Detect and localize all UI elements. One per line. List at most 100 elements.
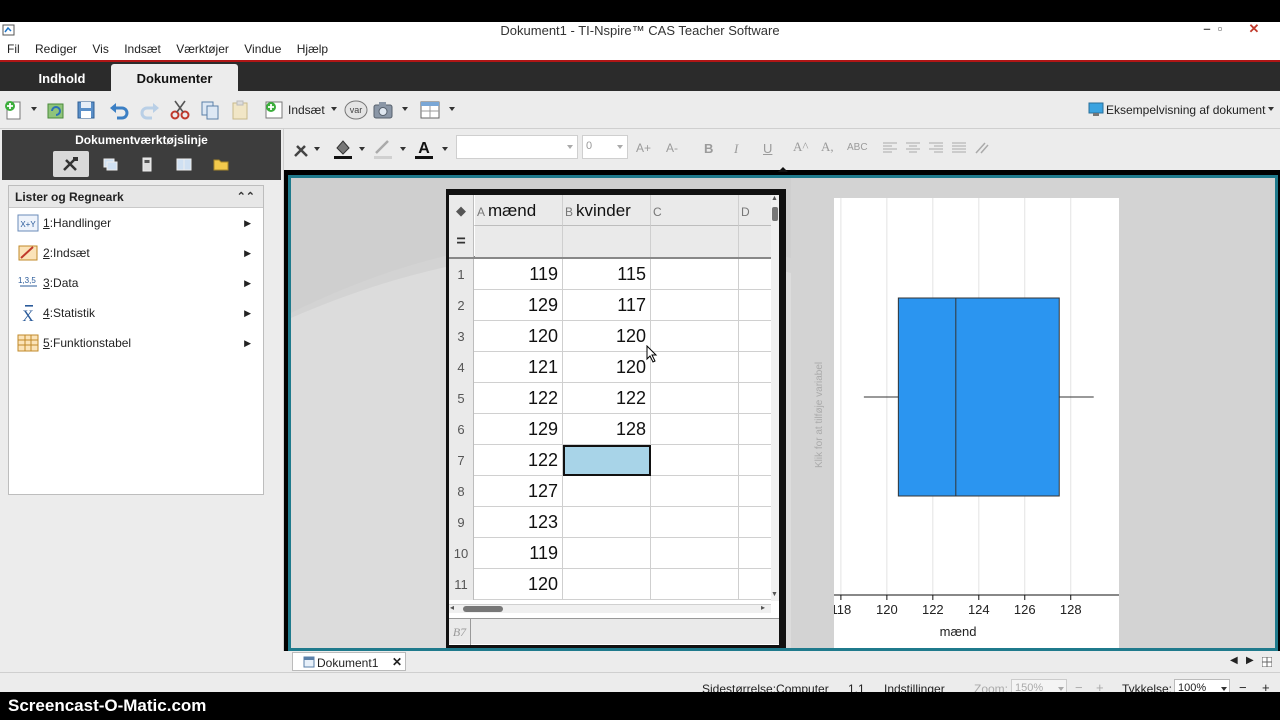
cell-a[interactable]: 129 (475, 414, 563, 445)
vertical-scrollbar[interactable]: ▲ ▼ (771, 195, 779, 601)
row-number[interactable]: 4 (449, 352, 474, 383)
cut-icon[interactable] (169, 99, 191, 121)
cell-c[interactable] (651, 414, 739, 445)
variable-icon[interactable]: var (343, 99, 369, 121)
formula-cell-b[interactable] (563, 226, 651, 257)
scroll-down-icon[interactable]: ▼ (771, 591, 778, 598)
row-number[interactable]: 6 (449, 414, 474, 445)
thickness-dropdown-icon[interactable] (1221, 687, 1227, 691)
formula-cell-c[interactable] (651, 226, 739, 257)
menu-window[interactable]: Vindue (238, 39, 287, 60)
undo-icon[interactable] (108, 99, 130, 121)
font-family-select[interactable] (456, 135, 578, 159)
toolbox-page-sorter-tab[interactable] (92, 151, 128, 177)
page-grid-icon[interactable] (1262, 657, 1272, 667)
cell-c[interactable] (651, 290, 739, 321)
menu-item-statistics[interactable]: X 4:Statistik ▶ (9, 298, 263, 328)
row-number[interactable]: 8 (449, 476, 474, 507)
insert-icon[interactable] (263, 99, 285, 121)
cell-c[interactable] (651, 321, 739, 352)
cell-b[interactable] (563, 476, 651, 507)
insert-menu-label[interactable]: Indsæt (288, 102, 325, 118)
next-page-icon[interactable]: ▶ (1246, 655, 1254, 666)
row-number[interactable]: 7 (449, 445, 474, 476)
box-q1-q3[interactable] (897, 297, 1060, 497)
row-number[interactable]: 10 (449, 538, 474, 569)
toolbar-collapse-icon[interactable] (778, 167, 788, 172)
cell-b[interactable] (563, 569, 651, 600)
new-document-dropdown-icon[interactable] (31, 107, 37, 111)
menu-item-data[interactable]: 1,3,5 3:Data ▶ (9, 268, 263, 298)
cell-b[interactable]: 128 (563, 414, 651, 445)
font-size-select[interactable]: 0 (582, 135, 628, 159)
cell-a[interactable]: 129 (475, 290, 563, 321)
toolbox-content-tab[interactable] (203, 151, 239, 177)
new-document-icon[interactable] (3, 99, 25, 121)
toolbox-emulator-tab[interactable] (129, 151, 165, 177)
cell-a[interactable]: 119 (475, 538, 563, 569)
cell-c[interactable] (651, 259, 739, 290)
cell-b[interactable]: 117 (563, 290, 651, 321)
row-number[interactable]: 11 (449, 569, 474, 600)
scroll-right-icon[interactable]: ▸ (761, 603, 765, 612)
cell-a[interactable]: 122 (475, 383, 563, 414)
close-window-button[interactable]: ✕ (1240, 22, 1268, 38)
corner-tag-icon[interactable]: ◆ (449, 195, 474, 226)
toolbox-explorer-tab[interactable] (166, 151, 202, 177)
cell-c[interactable] (651, 538, 739, 569)
screenshot-camera-icon[interactable] (372, 99, 394, 121)
cell-c[interactable] (651, 569, 739, 600)
cell-d[interactable] (739, 569, 771, 600)
fill-color-icon[interactable] (332, 137, 354, 159)
menu-file[interactable]: Fil (0, 39, 26, 60)
cell-d[interactable] (739, 414, 771, 445)
cell-a[interactable]: 120 (475, 321, 563, 352)
save-icon[interactable] (75, 99, 97, 121)
cell-d[interactable] (739, 383, 771, 414)
cell-a[interactable]: 127 (475, 476, 563, 507)
attributes-dropdown-icon[interactable] (314, 147, 320, 151)
cell-d[interactable] (739, 352, 771, 383)
copy-icon[interactable] (199, 99, 221, 121)
cell-d[interactable] (739, 259, 771, 290)
cell-d[interactable] (739, 290, 771, 321)
cell-c[interactable] (651, 476, 739, 507)
row-number[interactable]: 2 (449, 290, 474, 321)
cell-b[interactable]: 122 (563, 383, 651, 414)
column-header-a[interactable]: Amænd (475, 195, 563, 226)
cell-c[interactable] (651, 352, 739, 383)
column-header-b[interactable]: Bkvinder (563, 195, 651, 226)
formula-cell-a[interactable] (475, 226, 563, 257)
text-color-icon[interactable]: A (413, 137, 435, 159)
cell-a[interactable]: 119 (475, 259, 563, 290)
cell-a[interactable]: 122 (475, 445, 563, 476)
scroll-up-icon[interactable]: ▲ (771, 195, 778, 202)
preview-dropdown-icon[interactable] (1268, 107, 1274, 111)
menu-tools[interactable]: Værktøjer (170, 39, 235, 60)
cell-b[interactable]: 120 (563, 321, 651, 352)
cell-b[interactable]: 120 (563, 352, 651, 383)
close-document-icon[interactable]: ✕ (392, 655, 402, 669)
row-number[interactable]: 5 (449, 383, 474, 414)
cell-b[interactable]: 115 (563, 259, 651, 290)
cell-a[interactable]: 120 (475, 569, 563, 600)
vertical-scroll-thumb[interactable] (772, 207, 778, 221)
menu-box-title[interactable]: Lister og Regneark ⌃⌃ (9, 186, 263, 208)
y-axis-prompt-area[interactable]: Klik for at tilføje variabel (796, 198, 834, 648)
document-tab[interactable]: Dokument1 ✕ (292, 652, 406, 671)
camera-dropdown-icon[interactable] (402, 107, 408, 111)
cell-d[interactable] (739, 476, 771, 507)
cell-a[interactable]: 121 (475, 352, 563, 383)
page-layout-icon[interactable] (419, 99, 441, 121)
cell-c[interactable] (651, 383, 739, 414)
cell-d[interactable] (739, 321, 771, 352)
menu-insert[interactable]: Indsæt (118, 39, 167, 60)
column-header-d[interactable]: D (739, 195, 771, 226)
row-number[interactable]: 9 (449, 507, 474, 538)
horizontal-scroll-thumb[interactable] (463, 606, 503, 612)
maximize-button[interactable]: ▫ (1206, 22, 1234, 38)
column-header-c[interactable]: C (651, 195, 739, 226)
insert-dropdown-icon[interactable] (331, 107, 337, 111)
scroll-left-icon[interactable]: ◂ (450, 603, 454, 612)
cell-entry-line[interactable]: B7 (449, 618, 779, 645)
